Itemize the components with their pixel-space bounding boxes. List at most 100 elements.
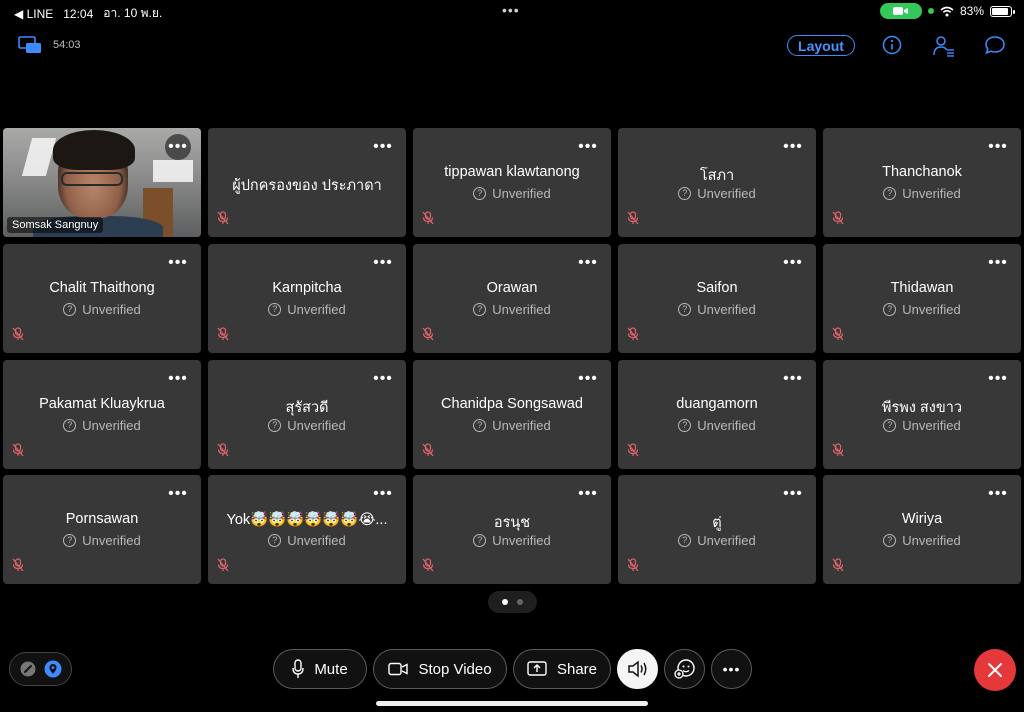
tile-more-button[interactable]: ••• [780,134,806,160]
back-to-app-link[interactable]: ◀ LINE [14,7,53,21]
layout-button[interactable]: Layout [787,35,855,56]
participant-tile[interactable]: ••• Wiriya ? Unverified [823,475,1021,584]
participant-tile[interactable]: ••• Chalit Thaithong ? Unverified [3,244,201,353]
participant-tile[interactable]: ••• Thidawan ? Unverified [823,244,1021,353]
tile-more-button[interactable]: ••• [370,250,396,276]
leave-meeting-button[interactable] [974,649,1016,691]
mic-muted-icon [217,211,229,230]
tile-more-button[interactable]: ••• [575,366,601,392]
tile-more-button[interactable]: ••• [985,481,1011,507]
share-label: Share [556,660,598,678]
participants-list-icon[interactable] [932,35,956,62]
verification-status: ? Unverified [413,533,611,548]
tile-more-button[interactable]: ••• [575,134,601,160]
participant-name: Chanidpa Songsawad [441,396,583,412]
participant-tile[interactable]: ••• duangamorn ? Unverified [618,360,816,469]
mic-muted-icon [832,558,844,577]
video-camera-icon [388,662,409,676]
mic-muted-icon [217,443,229,462]
verification-status: ? Unverified [3,302,201,317]
question-circle-icon: ? [678,187,692,200]
mic-indicator-dot [927,8,934,14]
question-circle-icon: ? [63,419,77,432]
question-circle-icon: ? [883,303,897,316]
mic-muted-icon [832,211,844,230]
verification-status: ? Unverified [823,418,1021,433]
stop-video-button[interactable]: Stop Video [373,649,507,689]
participant-tile[interactable]: ••• tippawan klawtanong ? Unverified [413,128,611,237]
meeting-header: 54:03 Layout [0,30,1024,60]
share-screen-icon [527,661,547,676]
question-circle-icon: ? [63,534,77,547]
tile-more-button[interactable]: ••• [575,481,601,507]
participant-grid: ••• Somsak Sangnuy ••• ผู้ปกครองของ ประภ… [3,128,1021,584]
page-dot-active[interactable] [502,599,508,605]
question-circle-icon: ? [678,419,692,432]
mic-muted-icon [422,443,434,462]
participant-tile[interactable]: ••• พีรพง สงขาว ? Unverified [823,360,1021,469]
participant-name: Karnpitcha [272,280,342,296]
more-options-button[interactable]: ••• [711,649,752,689]
page-dot[interactable] [517,599,523,605]
question-circle-icon: ? [678,303,692,316]
question-circle-icon: ? [473,534,487,547]
speaker-button[interactable] [617,649,658,689]
participant-tile[interactable]: ••• Chanidpa Songsawad ? Unverified [413,360,611,469]
tile-more-button[interactable]: ••• [575,250,601,276]
participant-tile[interactable]: ••• ผู้ปกครองของ ประภาดา [208,128,406,237]
tile-more-button[interactable]: ••• [985,250,1011,276]
participant-name: อรนุช [493,515,531,531]
verification-status: ? Unverified [618,302,816,317]
multitasking-handle[interactable]: ••• [502,2,520,18]
participant-name: Chalit Thaithong [49,280,155,296]
verification-status: ? Unverified [413,418,611,433]
participant-tile[interactable]: ••• อรนุช ? Unverified [413,475,611,584]
participant-tile[interactable]: ••• Yok🤯🤯🤯🤯🤯🤯😭... ? Unverified [208,475,406,584]
verification-status: ? Unverified [208,533,406,548]
info-icon[interactable] [882,35,902,60]
mute-button[interactable]: Mute [273,649,367,689]
participant-tile[interactable]: ••• Orawan ? Unverified [413,244,611,353]
verification-status: ? Unverified [823,186,1021,201]
page-indicator[interactable] [488,591,537,613]
tile-more-button[interactable]: ••• [370,481,396,507]
share-button[interactable]: Share [513,649,611,689]
tile-more-button[interactable]: ••• [165,250,191,276]
camera-in-use-icon [879,3,922,19]
tile-more-button[interactable]: ••• [985,134,1011,160]
mic-muted-icon [12,558,24,577]
participant-tile[interactable]: ••• Karnpitcha ? Unverified [208,244,406,353]
participant-tile[interactable]: ••• Saifon ? Unverified [618,244,816,353]
tile-more-button[interactable]: ••• [165,366,191,392]
verification-status: ? Unverified [618,418,816,433]
reactions-button[interactable] [664,649,705,689]
tile-more-button[interactable]: ••• [370,134,396,160]
battery-percent: 83% [959,4,984,18]
tile-more-button[interactable]: ••• [165,481,191,507]
verification-status: ? Unverified [823,302,1021,317]
mic-muted-icon [627,443,639,462]
participant-tile[interactable]: ••• โสภา ? Unverified [618,128,816,237]
participant-tile[interactable]: ••• Pornsawan ? Unverified [3,475,201,584]
participant-name: โสภา [699,168,735,184]
battery-icon [990,5,1015,17]
tile-more-button[interactable]: ••• [165,134,191,160]
tile-more-button[interactable]: ••• [780,366,806,392]
tile-more-button[interactable]: ••• [780,250,806,276]
participant-tile[interactable]: ••• สุรัสวดี ? Unverified [208,360,406,469]
participant-tile[interactable]: ••• ตู่ ? Unverified [618,475,816,584]
home-indicator[interactable] [376,701,648,706]
self-video-tile[interactable]: ••• Somsak Sangnuy [3,128,201,237]
tile-more-button[interactable]: ••• [780,481,806,507]
tile-more-button[interactable]: ••• [985,366,1011,392]
chat-icon[interactable] [984,35,1006,60]
screen-share-status-icon[interactable] [18,36,42,59]
participant-name: duangamorn [676,396,758,412]
microphone-icon [292,659,305,678]
audio-mode-toggle[interactable] [9,652,72,686]
tile-more-button[interactable]: ••• [370,366,396,392]
date: อา. 10 พ.ย. [103,6,163,20]
participant-tile[interactable]: ••• Pakamat Kluaykrua ? Unverified [3,360,201,469]
mic-muted-icon [627,327,639,346]
participant-tile[interactable]: ••• Thanchanok ? Unverified [823,128,1021,237]
